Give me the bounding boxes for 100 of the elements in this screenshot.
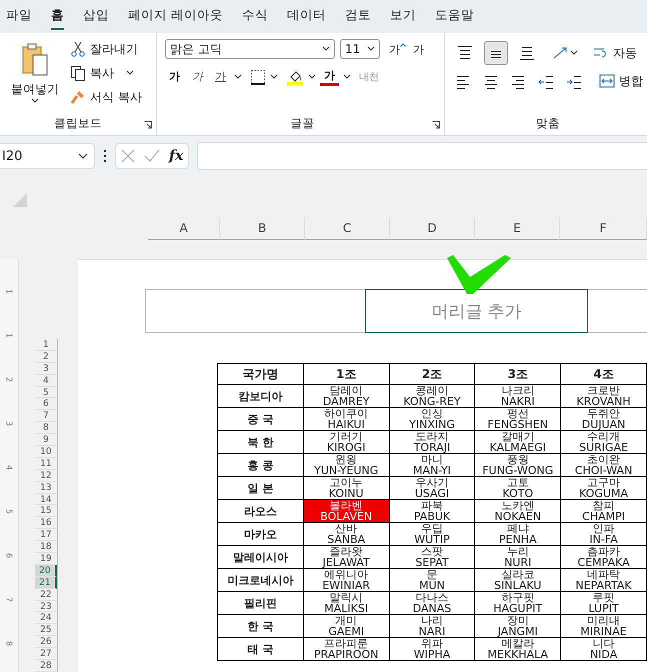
row-header[interactable]: 21 [34,576,57,589]
ribbon-tab[interactable]: 도움말 [434,3,474,30]
row-header[interactable]: 11 [34,458,57,470]
table-cell: 페냐 PENHA [474,522,561,546]
ribbon-tab[interactable]: 검토 [344,3,371,30]
row-heading: 미크로네시아 [218,568,304,592]
row-header[interactable]: 20 [34,564,57,577]
table-cell: 문 MUN [389,568,475,592]
font-name-field[interactable]: 맑은 고딕 [165,39,335,59]
caret-icon[interactable] [270,74,278,80]
column-header[interactable]: C [305,218,390,240]
row-header[interactable]: 15 [34,505,57,518]
row-header[interactable]: 9 [34,434,57,446]
row-header[interactable]: 23 [34,600,57,612]
cut-button[interactable]: 잘라내기 [70,39,142,59]
row-heading: 말레이시아 [218,546,304,568]
column-header[interactable]: B [220,218,306,240]
row-header[interactable]: 16 [34,517,57,530]
ribbon-tab[interactable]: 홈 [51,3,64,30]
table-cell: 에위니아 EWINIAR [303,568,390,592]
row-heading: 라오스 [218,500,304,522]
formula-input-field[interactable] [197,142,647,170]
table-cell: 누리 NURI [474,546,561,568]
paintbrush-icon [70,89,86,105]
name-box[interactable]: I20 [0,143,95,169]
paste-button[interactable]: 붙여넣기 [4,39,66,107]
insert-function-button[interactable]: fx [169,148,184,164]
ribbon-tab[interactable]: 데이터 [286,3,326,30]
ribbon-tab[interactable]: 페이지 레이아웃 [128,3,223,30]
row-header[interactable]: 1 [34,339,57,351]
increase-font-button[interactable]: 가 [385,40,404,58]
vertical-ruler: 1 1 2 3 4 5 6 7 8 [0,259,19,672]
underline-button[interactable]: 가 [211,68,230,85]
table-cell: 우사기 USAGI [389,476,475,500]
align-lines-icon [510,73,526,89]
decrease-font-button[interactable]: 가 [409,40,428,58]
row-heading: 한 국 [218,614,304,638]
orientation-icon[interactable] [552,45,578,61]
row-header[interactable]: 12 [34,470,57,482]
column-header[interactable]: E [475,218,560,240]
column-heading: 1조 [303,364,390,384]
table-cell: 나크리 NAKRI [474,384,561,408]
row-header[interactable]: 7 [34,410,57,422]
row-header[interactable]: 6 [34,398,57,410]
page-header-area[interactable]: 머리글 추가 [145,289,647,333]
row-header[interactable]: 17 [34,529,57,542]
dialog-launcher-icon[interactable] [144,121,152,129]
row-header[interactable]: 13 [34,482,57,494]
caret-icon[interactable] [308,74,316,80]
ribbon-tab[interactable]: 수식 [242,3,268,30]
row-heading: 태 국 [218,638,304,660]
row-header[interactable]: 27 [34,648,57,660]
row-header[interactable]: 4 [34,374,57,387]
row-header[interactable]: 3 [34,362,57,375]
table-cell: 수리개 SURIGAE [560,430,646,454]
copy-button[interactable]: 복사 [70,63,142,83]
copy-icon [70,65,86,81]
format-painter-button[interactable]: 서식 복사 [70,87,142,107]
ribbon-tab[interactable]: 파일 [6,3,32,30]
row-heading: 일 본 [218,476,304,500]
row-header[interactable]: 8 [34,422,57,434]
column-heading: 3조 [474,364,561,384]
more-options-icon[interactable] [103,149,107,163]
table-cell: 초이완 CHOI-WAN [560,454,646,476]
row-heading: 홍 콩 [218,454,304,476]
group-label: 클립보드 [54,116,102,130]
align-button[interactable] [484,41,508,65]
ribbon-tab[interactable]: 삽입 [83,3,109,30]
header-field[interactable]: 머리글 추가 [365,289,588,333]
row-header[interactable]: 28 [34,660,57,672]
row-header[interactable]: 5 [34,386,57,398]
row-header[interactable]: 25 [34,624,57,636]
caret-up-icon [400,42,406,46]
table-cell: 기러기 KIROGI [303,430,390,454]
caret-icon[interactable] [343,74,351,80]
merge-button[interactable]: 병합 [598,71,643,91]
row-header[interactable]: 2 [34,350,57,363]
column-header[interactable]: D [390,218,476,240]
table-cell: 스팟 SEPAT [389,546,475,568]
borders-icon[interactable] [250,68,266,84]
font-size-field[interactable]: 11 [340,39,380,59]
ribbon-tab[interactable]: 보기 [390,3,416,30]
column-header[interactable]: A [148,218,220,240]
dialog-launcher-icon[interactable] [432,121,440,129]
checkmark-icon[interactable] [144,149,160,163]
caret-icon [322,46,330,52]
caret-icon[interactable] [234,74,242,80]
wrap-text-button[interactable]: 자동 [593,43,637,63]
table-cell: 루핏 LUPIT [560,592,646,614]
row-header[interactable]: 26 [34,636,57,648]
row-header[interactable]: 24 [34,612,57,624]
bold-button[interactable]: 가 [165,68,184,85]
row-heading: 중 국 [218,408,304,430]
row-header[interactable]: 22 [34,588,57,601]
row-header[interactable]: 18 [34,541,57,554]
row-header[interactable]: 10 [34,446,57,458]
column-header[interactable]: F [560,218,647,240]
italic-button[interactable]: 가 [188,68,207,85]
font-color-button[interactable]: 가 [320,67,339,86]
row-header[interactable]: 14 [34,494,57,506]
